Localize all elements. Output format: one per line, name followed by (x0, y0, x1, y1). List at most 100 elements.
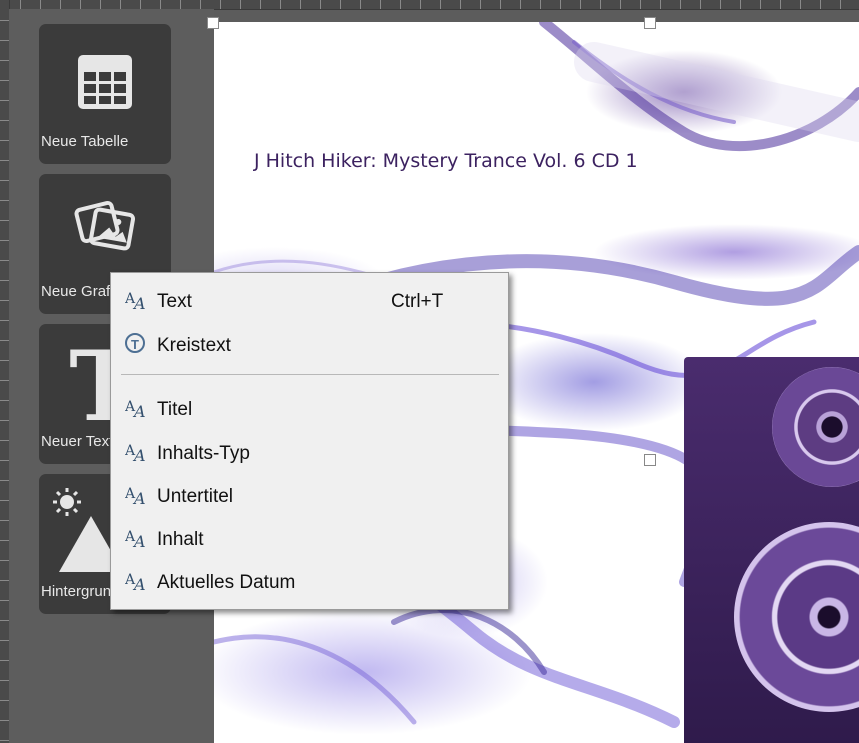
ruler-tick (0, 420, 9, 421)
ruler-tick (340, 0, 341, 9)
ruler-tick (160, 0, 161, 9)
ruler-tick (60, 0, 61, 9)
ruler-tick (0, 680, 9, 681)
ruler-tick (0, 40, 9, 41)
svg-text:A: A (132, 575, 146, 592)
ruler-tick (0, 560, 9, 561)
ruler-tick (620, 0, 621, 9)
ruler-tick (0, 320, 9, 321)
menu-item-inhalts-typ[interactable]: AA Inhalts-Typ (111, 433, 508, 473)
text-style-icon: AA (124, 397, 147, 421)
ruler-tick (720, 0, 721, 9)
menu-item-label: Untertitel (157, 486, 234, 507)
ruler-tick (260, 0, 261, 9)
selection-handle[interactable] (644, 454, 656, 466)
svg-text:A: A (132, 294, 146, 311)
ruler-tick (0, 600, 9, 601)
ruler-tick (0, 740, 9, 741)
ruler-tick (0, 20, 9, 21)
ruler-tick (0, 400, 9, 401)
menu-item-label: Kreistext (157, 335, 231, 356)
ruler-tick (0, 540, 9, 541)
ruler-tick (0, 140, 9, 141)
ruler-tick (0, 300, 9, 301)
ruler-tick (580, 0, 581, 9)
ruler-tick (640, 0, 641, 9)
ruler-tick (560, 0, 561, 9)
text-style-icon: AA (124, 289, 147, 313)
ruler-tick (0, 100, 9, 101)
text-style-icon: AA (124, 484, 147, 508)
new-table-button[interactable]: Neue Tabelle (39, 24, 171, 164)
ruler-tick (0, 380, 9, 381)
ruler-tick (460, 0, 461, 9)
ruler-tick (0, 160, 9, 161)
ruler-tick (360, 0, 361, 9)
ruler-tick (0, 280, 9, 281)
ruler-tick (0, 640, 9, 641)
ruler-tick (780, 0, 781, 9)
ruler-tick (100, 0, 101, 9)
image-icon (74, 200, 136, 251)
context-menu: AA Text Ctrl+T T Kreistext AA Titel AA I… (110, 272, 509, 610)
ruler-tick (0, 660, 9, 661)
ruler-tick (0, 80, 9, 81)
selection-handle[interactable] (207, 17, 219, 29)
ruler-tick (300, 0, 301, 9)
new-table-label: Neue Tabelle (41, 133, 129, 150)
ruler-tick (0, 240, 9, 241)
ruler-tick (500, 0, 501, 9)
ruler-tick (0, 120, 9, 121)
menu-item-kreistext[interactable]: T Kreistext (111, 325, 508, 365)
ruler-tick (80, 0, 81, 9)
ruler-tick (680, 0, 681, 9)
ruler-tick (0, 360, 9, 361)
menu-item-label: Inhalts-Typ (157, 443, 250, 464)
ruler-tick (0, 700, 9, 701)
ruler-tick (120, 0, 121, 9)
menu-item-aktuelles-datum[interactable]: AA Aktuelles Datum (111, 562, 508, 602)
menu-item-inhalt[interactable]: AA Inhalt (111, 519, 508, 559)
ruler-tick (600, 0, 601, 9)
ruler-tick (0, 340, 9, 341)
cover-title-text[interactable]: J Hitch Hiker: Mystery Trance Vol. 6 CD … (254, 150, 638, 172)
ruler-tick (700, 0, 701, 9)
ruler-tick (0, 260, 9, 261)
ruler-tick (440, 0, 441, 9)
ruler-tick (480, 0, 481, 9)
ruler-tick (0, 720, 9, 721)
text-style-icon: AA (124, 570, 147, 594)
svg-text:A: A (132, 446, 146, 463)
table-icon (78, 55, 132, 109)
menu-item-text[interactable]: AA Text Ctrl+T (111, 281, 508, 321)
menu-item-untertitel[interactable]: AA Untertitel (111, 476, 508, 516)
speaker-tweeter (772, 367, 859, 487)
ruler-tick (0, 440, 9, 441)
ruler-tick (800, 0, 801, 9)
ruler-tick (520, 0, 521, 9)
ruler-tick (660, 0, 661, 9)
ruler-tick (140, 0, 141, 9)
menu-item-label: Aktuelles Datum (157, 572, 296, 593)
ruler-tick (400, 0, 401, 9)
menu-item-label: Inhalt (157, 529, 204, 550)
text-style-icon: AA (124, 441, 147, 465)
menu-item-shortcut: Ctrl+T (391, 291, 444, 312)
ruler-tick (40, 0, 41, 9)
svg-text:A: A (132, 532, 146, 549)
selection-handle[interactable] (644, 17, 656, 29)
menu-item-titel[interactable]: AA Titel (111, 389, 508, 429)
ruler-tick (0, 580, 9, 581)
ruler-tick (0, 460, 9, 461)
ruler-tick (820, 0, 821, 9)
ruler-tick (0, 500, 9, 501)
svg-text:A: A (132, 402, 146, 419)
ruler-tick (180, 0, 181, 9)
svg-text:A: A (132, 489, 146, 506)
ruler-tick (0, 620, 9, 621)
ruler-tick (20, 0, 21, 9)
ruler-tick (220, 0, 221, 9)
menu-item-label: Titel (157, 399, 193, 420)
ruler-tick (200, 0, 201, 9)
menu-separator (121, 374, 499, 375)
